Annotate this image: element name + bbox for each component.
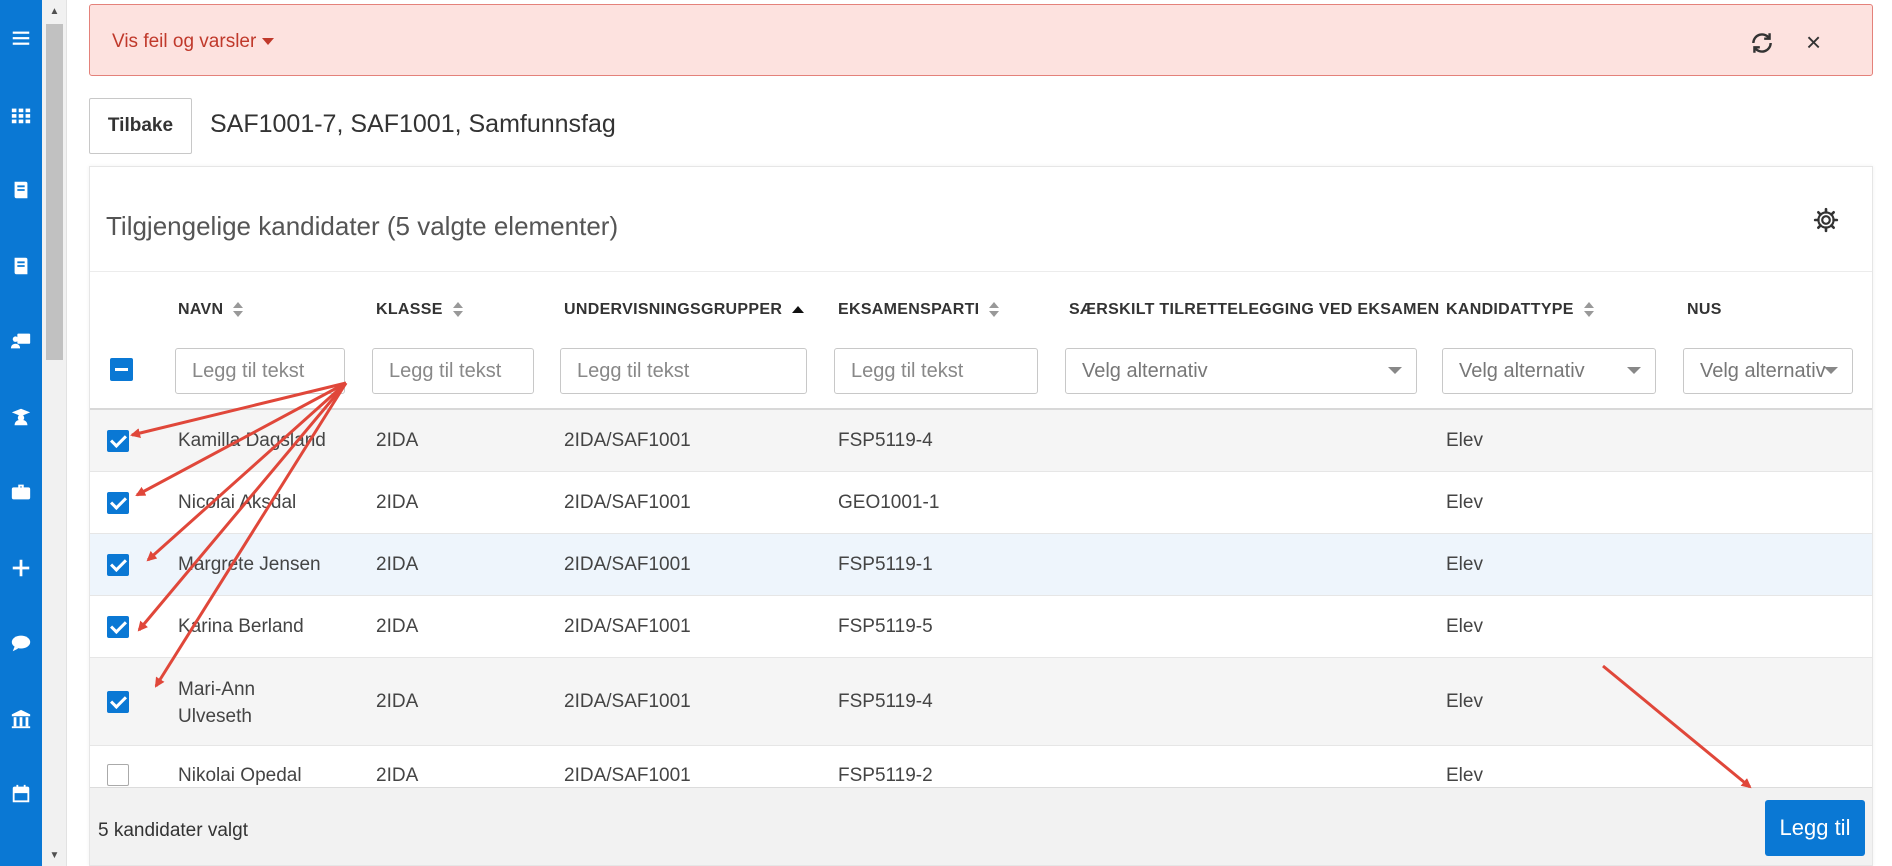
select-all-checkbox[interactable] (110, 358, 133, 381)
cell-klasse: 2IDA (376, 492, 419, 513)
cell-navn: Kamilla Dagsland (178, 430, 326, 451)
col-header-eksamensparti[interactable]: EKSAMENSPARTI (838, 301, 1000, 319)
cell-gruppe: 2IDA/SAF1001 (564, 616, 691, 637)
selection-footer: 5 kandidater valgt Legg til (90, 787, 1872, 865)
app-sidebar (0, 0, 42, 866)
page-title: SAF1001-7, SAF1001, Samfunnsfag (210, 110, 616, 138)
calendar-icon[interactable] (9, 782, 33, 806)
scroll-down-arrow-icon[interactable]: ▼ (42, 846, 67, 864)
cell-eksamensparti: FSP5119-4 (838, 691, 933, 712)
cell-eksamensparti: FSP5119-4 (838, 430, 933, 451)
menu-icon[interactable] (9, 26, 33, 50)
col-header-nus[interactable]: NUS (1687, 301, 1722, 319)
cell-klasse: 2IDA (376, 430, 419, 451)
cell-gruppe: 2IDA/SAF1001 (564, 430, 691, 451)
filter-navn-input[interactable] (175, 348, 345, 394)
gear-icon[interactable] (1813, 207, 1839, 233)
notebook-icon[interactable] (9, 254, 33, 278)
cell-navn: Nicolai Aksdal (178, 492, 297, 513)
cell-kandidattype: Elev (1446, 765, 1483, 786)
table-row[interactable]: Nicolai Aksdal 2IDA 2IDA/SAF1001 GEO1001… (90, 472, 1872, 534)
selected-count: 5 kandidater valgt (98, 820, 248, 841)
filter-grupper-input[interactable] (560, 348, 807, 394)
filter-nus-select[interactable]: Velg alternativ (1683, 348, 1853, 394)
alert-toggle[interactable]: Vis feil og varsler (112, 31, 275, 53)
row-checkbox[interactable] (107, 616, 129, 638)
row-checkbox[interactable] (107, 430, 129, 452)
cell-eksamensparti: GEO1001-1 (838, 492, 940, 513)
refresh-icon[interactable] (1749, 30, 1775, 56)
cell-navn: Margrete Jensen (178, 554, 321, 575)
alert-text: Vis feil og varsler (112, 31, 257, 52)
apps-grid-icon[interactable] (9, 103, 33, 127)
chat-icon[interactable] (9, 631, 33, 655)
scroll-thumb[interactable] (46, 24, 63, 360)
card-title: Tilgjengelige kandidater (5 valgte eleme… (106, 211, 619, 241)
cell-gruppe: 2IDA/SAF1001 (564, 554, 691, 575)
chevron-down-icon (1627, 367, 1641, 374)
col-header-klasse[interactable]: KLASSE (376, 301, 463, 319)
book-icon[interactable] (9, 178, 33, 202)
filter-eksamensparti-input[interactable] (834, 348, 1038, 394)
cell-gruppe: 2IDA/SAF1001 (564, 691, 691, 712)
cell-eksamensparti: FSP5119-1 (838, 554, 933, 575)
cell-kandidattype: Elev (1446, 430, 1483, 451)
chevron-down-icon (1388, 367, 1402, 374)
teacher-board-icon[interactable] (9, 329, 33, 353)
col-header-tilrettelegging[interactable]: SÆRSKILT TILRETTELEGGING VED EKSAMEN (1069, 301, 1440, 319)
plus-icon[interactable] (9, 556, 33, 580)
filter-kandidattype-select[interactable]: Velg alternativ (1442, 348, 1656, 394)
cell-kandidattype: Elev (1446, 616, 1483, 637)
sort-icon (233, 301, 244, 318)
cell-gruppe: 2IDA/SAF1001 (564, 765, 691, 786)
sort-icon (989, 301, 1000, 318)
cell-navn: Karina Berland (178, 616, 304, 637)
cell-kandidattype: Elev (1446, 691, 1483, 712)
candidates-card: Tilgjengelige kandidater (5 valgte eleme… (89, 166, 1873, 866)
cell-kandidattype: Elev (1446, 554, 1483, 575)
sort-icon (452, 301, 463, 318)
row-checkbox[interactable] (107, 492, 129, 514)
row-checkbox[interactable] (107, 554, 129, 576)
table-row[interactable]: Karina Berland 2IDA 2IDA/SAF1001 FSP5119… (90, 596, 1872, 658)
cell-eksamensparti: FSP5119-2 (838, 765, 933, 786)
caret-down-icon (262, 38, 275, 46)
filter-tilrettelegging-select[interactable]: Velg alternativ (1065, 348, 1417, 394)
row-checkbox[interactable] (107, 764, 129, 786)
error-alert-banner: Vis feil og varsler × (89, 4, 1873, 76)
table-row[interactable]: Margrete Jensen 2IDA 2IDA/SAF1001 FSP511… (90, 534, 1872, 596)
chevron-down-icon (1824, 367, 1838, 374)
cell-klasse: 2IDA (376, 554, 419, 575)
filter-klasse-input[interactable] (372, 348, 534, 394)
add-button[interactable]: Legg til (1765, 800, 1865, 856)
row-checkbox[interactable] (107, 691, 129, 713)
col-header-undervisningsgrupper[interactable]: UNDERVISNINGSGRUPPER (564, 301, 805, 319)
card-divider (90, 271, 1872, 272)
cell-kandidattype: Elev (1446, 492, 1483, 513)
back-button[interactable]: Tilbake (89, 98, 192, 154)
scroll-up-arrow-icon[interactable]: ▲ (42, 2, 67, 20)
col-header-navn[interactable]: NAVN (178, 301, 244, 319)
table-row[interactable]: Mari-Ann Ulveseth 2IDA 2IDA/SAF1001 FSP5… (90, 658, 1872, 746)
briefcase-icon[interactable] (9, 480, 33, 504)
graduate-icon[interactable] (9, 405, 33, 429)
sort-asc-icon (792, 306, 805, 314)
col-header-kandidattype[interactable]: KANDIDATTYPE (1446, 301, 1594, 319)
cell-navn: Mari-Ann Ulveseth (178, 679, 256, 727)
close-icon[interactable]: × (1806, 29, 1821, 55)
cell-eksamensparti: FSP5119-5 (838, 616, 933, 637)
cell-klasse: 2IDA (376, 691, 419, 712)
main-content: Vis feil og varsler × Tilbake SAF1001-7,… (67, 0, 1892, 866)
page-scrollbar[interactable]: ▲ ▼ (42, 0, 67, 866)
table-row[interactable]: Kamilla Dagsland 2IDA 2IDA/SAF1001 FSP51… (90, 410, 1872, 472)
cell-klasse: 2IDA (376, 765, 419, 786)
school-icon[interactable] (9, 707, 33, 731)
sort-icon (1583, 301, 1594, 318)
cell-klasse: 2IDA (376, 616, 419, 637)
cell-gruppe: 2IDA/SAF1001 (564, 492, 691, 513)
cell-navn: Nikolai Opedal (178, 765, 302, 786)
